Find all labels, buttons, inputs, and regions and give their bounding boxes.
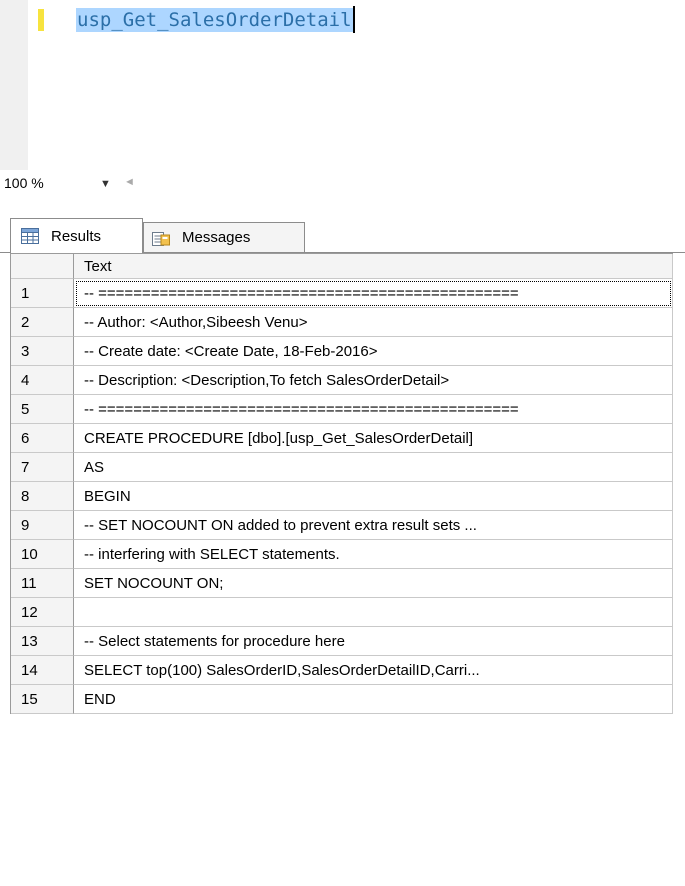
- table-row[interactable]: 15 END: [11, 685, 673, 714]
- table-row[interactable]: 3 -- Create date: <Create Date, 18-Feb-20…: [11, 337, 673, 366]
- zoom-dropdown-icon[interactable]: ▼: [100, 178, 111, 190]
- row-number[interactable]: 8: [11, 482, 74, 511]
- grid-header-row: Text: [11, 254, 673, 279]
- tab-results-label: Results: [51, 227, 102, 245]
- row-number[interactable]: 14: [11, 656, 74, 685]
- row-number[interactable]: 1: [11, 279, 74, 308]
- table-row[interactable]: 1 -- ====================================…: [11, 279, 673, 308]
- text-cell[interactable]: CREATE PROCEDURE [dbo].[usp_Get_SalesOrd…: [74, 424, 673, 453]
- zoom-level[interactable]: 100 %: [4, 175, 44, 191]
- selected-code-text[interactable]: usp_Get_SalesOrderDetail: [76, 8, 353, 32]
- query-editor[interactable]: usp_Get_SalesOrderDetail: [0, 0, 685, 170]
- text-cell[interactable]: BEGIN: [74, 482, 673, 511]
- row-number[interactable]: 3: [11, 337, 74, 366]
- text-cell[interactable]: -- =====================================…: [74, 395, 673, 424]
- unsaved-change-marker: [38, 9, 44, 31]
- table-row[interactable]: 14 SELECT top(100) SalesOrderID,SalesOrd…: [11, 656, 673, 685]
- text-cell[interactable]: -- =====================================…: [74, 279, 673, 308]
- row-number[interactable]: 15: [11, 685, 74, 714]
- results-pane: Results Messages Text 1 -- ==============…: [0, 196, 685, 886]
- tab-messages[interactable]: Messages: [143, 222, 305, 252]
- text-cell[interactable]: SET NOCOUNT ON;: [74, 569, 673, 598]
- row-number[interactable]: 2: [11, 308, 74, 337]
- messages-icon: [152, 231, 170, 246]
- text-cell[interactable]: -- interfering with SELECT statements.: [74, 540, 673, 569]
- tab-messages-label: Messages: [182, 229, 251, 246]
- row-number[interactable]: 10: [11, 540, 74, 569]
- text-cell[interactable]: -- Description: <Description,To fetch Sa…: [74, 366, 673, 395]
- text-cell[interactable]: -- SET NOCOUNT ON added to prevent extra…: [74, 511, 673, 540]
- table-row[interactable]: 13 -- Select statements for procedure he…: [11, 627, 673, 656]
- table-row[interactable]: 10 -- interfering with SELECT statements…: [11, 540, 673, 569]
- row-number[interactable]: 7: [11, 453, 74, 482]
- table-row[interactable]: 5 -- ====================================…: [11, 395, 673, 424]
- table-row[interactable]: 7 AS: [11, 453, 673, 482]
- results-grid[interactable]: Text 1 -- ===============================…: [10, 253, 673, 714]
- scroll-left-icon[interactable]: ◄: [124, 176, 135, 188]
- row-number[interactable]: 13: [11, 627, 74, 656]
- row-number[interactable]: 6: [11, 424, 74, 453]
- row-number[interactable]: 11: [11, 569, 74, 598]
- text-cell[interactable]: AS: [74, 453, 673, 482]
- table-row[interactable]: 2 -- Author: <Author,Sibeesh Venu>: [11, 308, 673, 337]
- results-tab-strip: Results Messages: [0, 218, 685, 253]
- text-cell[interactable]: -- Select statements for procedure here: [74, 627, 673, 656]
- text-cell[interactable]: -- Author: <Author,Sibeesh Venu>: [74, 308, 673, 337]
- grid-icon: [21, 228, 39, 244]
- text-cell[interactable]: END: [74, 685, 673, 714]
- table-row[interactable]: 9 -- SET NOCOUNT ON added to prevent ext…: [11, 511, 673, 540]
- row-number[interactable]: 4: [11, 366, 74, 395]
- table-row[interactable]: 11 SET NOCOUNT ON;: [11, 569, 673, 598]
- table-row[interactable]: 4 -- Description: <Description,To fetch S…: [11, 366, 673, 395]
- tab-results[interactable]: Results: [10, 218, 143, 253]
- text-cell[interactable]: -- Create date: <Create Date, 18-Feb-201…: [74, 337, 673, 366]
- column-header-text[interactable]: Text: [74, 254, 673, 279]
- table-row[interactable]: 6 CREATE PROCEDURE [dbo].[usp_Get_SalesOr…: [11, 424, 673, 453]
- row-header-corner[interactable]: [11, 254, 74, 279]
- row-number[interactable]: 9: [11, 511, 74, 540]
- table-row[interactable]: 12: [11, 598, 673, 627]
- editor-margin: [0, 0, 28, 170]
- row-number[interactable]: 12: [11, 598, 74, 627]
- table-row[interactable]: 8 BEGIN: [11, 482, 673, 511]
- editor-status-strip: 100 % ▼ ◄: [0, 170, 685, 196]
- text-cell[interactable]: [74, 598, 673, 627]
- row-number[interactable]: 5: [11, 395, 74, 424]
- text-cell[interactable]: SELECT top(100) SalesOrderID,SalesOrderD…: [74, 656, 673, 685]
- text-caret: [353, 6, 355, 33]
